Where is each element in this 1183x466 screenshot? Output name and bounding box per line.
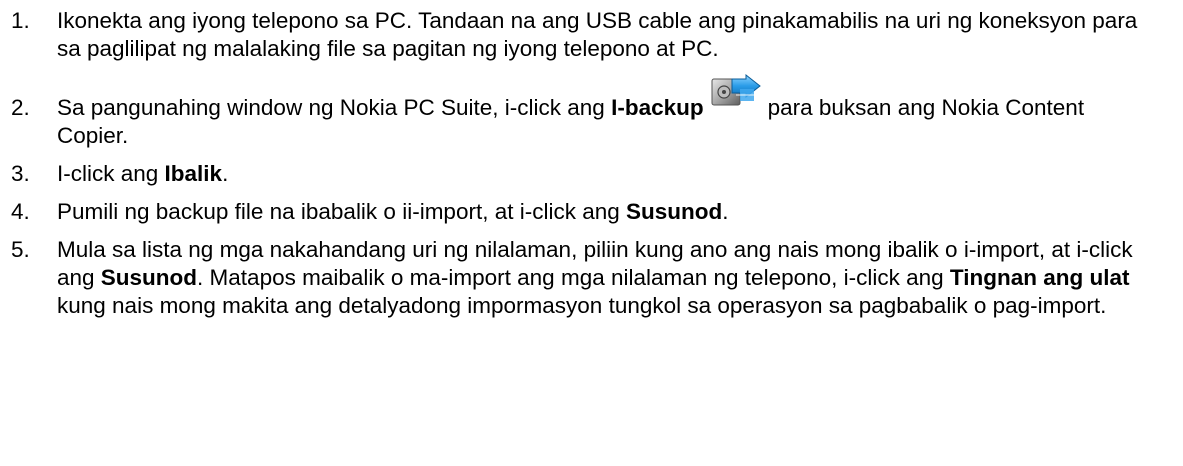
step-number: 1. — [11, 8, 30, 33]
backup-restore-icon — [710, 71, 762, 111]
instruction-list: 1. Ikonekta ang iyong telepono sa PC. Ta… — [11, 7, 1161, 320]
step-number: 2. — [11, 95, 30, 120]
step-number: 5. — [11, 237, 30, 262]
step-text-part: . — [722, 199, 729, 224]
step-text: I-click ang Ibalik. — [57, 160, 1161, 188]
step-2: 2. Sa pangunahing window ng Nokia PC Sui… — [11, 73, 1161, 150]
step-1: 1. Ikonekta ang iyong telepono sa PC. Ta… — [11, 7, 1161, 63]
step-text-part: . — [222, 161, 229, 186]
view-report-command-label: Tingnan ang ulat — [949, 265, 1130, 290]
step-text-part: Pumili ng backup file na ibabalik o ii-i… — [57, 199, 627, 224]
step-text: Sa pangunahing window ng Nokia PC Suite,… — [57, 73, 1161, 150]
step-text: Pumili ng backup file na ibabalik o ii-i… — [57, 198, 1161, 226]
step-3: 3. I-click ang Ibalik. — [11, 160, 1161, 188]
step-text-part: kung nais mong makita ang detalyadong im… — [57, 293, 1107, 318]
step-text-part: I-click ang — [57, 161, 165, 186]
restore-command-label: Ibalik — [164, 161, 223, 186]
step-text: Ikonekta ang iyong telepono sa PC. Tanda… — [57, 8, 1138, 61]
step-number: 4. — [11, 199, 30, 224]
step-text: Mula sa lista ng mga nakahandang uri ng … — [57, 236, 1161, 320]
step-4: 4. Pumili ng backup file na ibabalik o i… — [11, 198, 1161, 226]
next-command-label: Susunod — [626, 199, 723, 224]
step-text-part: Sa pangunahing window ng Nokia PC Suite,… — [57, 95, 612, 120]
backup-command-label: I-backup — [611, 95, 704, 120]
next-command-label: Susunod — [100, 265, 198, 290]
step-5: 5. Mula sa lista ng mga nakahandang uri … — [11, 236, 1161, 320]
step-text-part: . Matapos maibalik o ma-import ang mga n… — [197, 265, 950, 290]
step-number: 3. — [11, 161, 30, 186]
